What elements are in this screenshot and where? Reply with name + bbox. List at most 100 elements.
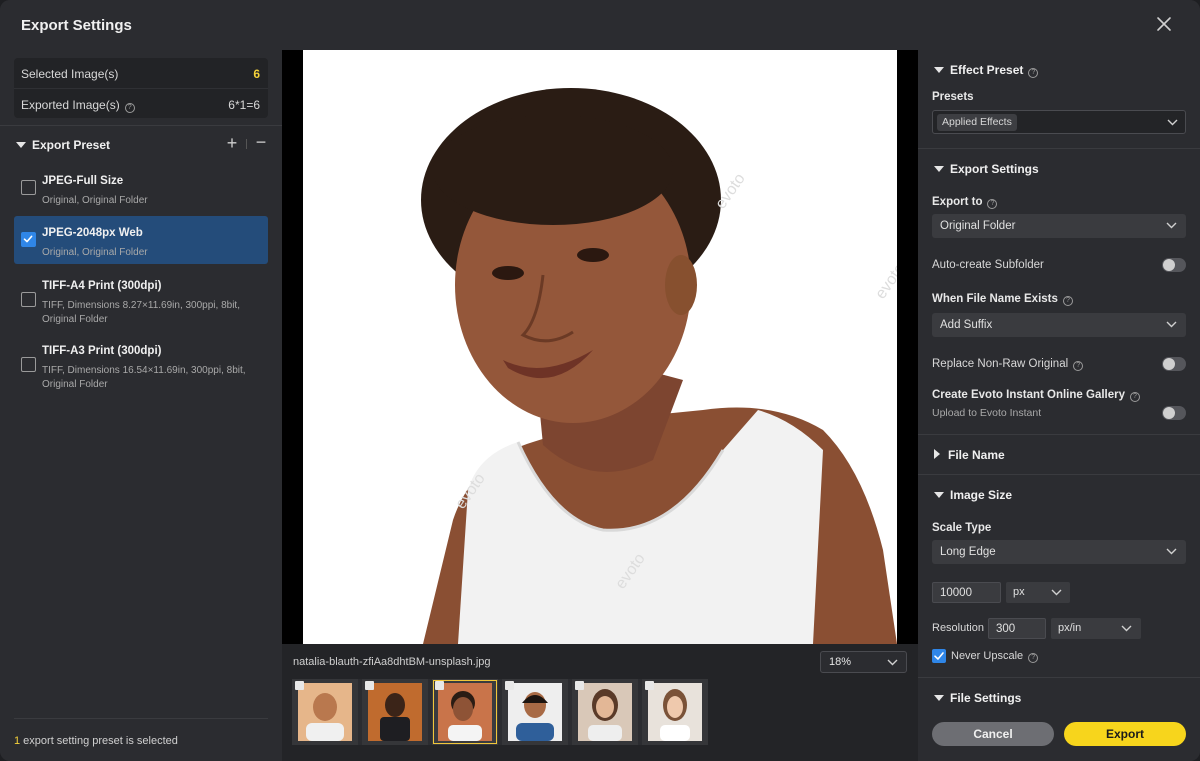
size-input[interactable]: 10000 (932, 582, 1001, 603)
preview-image: evoto evoto evoto evoto (303, 50, 897, 644)
info-icon[interactable]: ? (1073, 361, 1084, 371)
info-icon[interactable]: ? (1130, 392, 1140, 402)
scale-type-dropdown[interactable]: Long Edge (932, 540, 1186, 564)
edit-icon (435, 681, 444, 690)
remove-preset-button[interactable]: − (254, 133, 268, 151)
checkmark-icon (934, 652, 944, 660)
preset-checkbox[interactable] (21, 232, 36, 247)
file-exists-dropdown[interactable]: Add Suffix (932, 313, 1186, 337)
presets-dropdown[interactable]: Applied Effects (932, 110, 1186, 134)
file-exists-label: When File Name Exists? (932, 293, 1073, 306)
never-upscale-label: Never Upscale? (951, 650, 1039, 663)
thumbnail[interactable] (502, 679, 568, 745)
thumbnail[interactable] (362, 679, 428, 745)
preset-checkbox[interactable] (21, 292, 36, 307)
zoom-value: 18% (829, 656, 852, 668)
chevron-down-icon (1166, 548, 1177, 555)
info-icon[interactable]: ? (987, 199, 998, 209)
selected-images-label: Selected Image(s) (21, 67, 119, 81)
cancel-button[interactable]: Cancel (932, 722, 1054, 746)
preset-checkbox[interactable] (21, 180, 36, 195)
left-panel: Selected Image(s) 6 Exported Image(s)? 6… (0, 50, 282, 761)
preset-desc: Original, Original Folder (42, 195, 148, 206)
add-preset-button[interactable]: + (224, 134, 240, 152)
preview-canvas: evoto evoto evoto evoto (282, 50, 918, 644)
thumbnail[interactable] (642, 679, 708, 745)
divider (0, 125, 282, 126)
resolution-unit-select[interactable]: px/in (1051, 618, 1141, 639)
gallery-sublabel: Upload to Evoto Instant (932, 407, 1042, 419)
chevron-down-icon (1121, 625, 1132, 632)
preset-item-jpeg-full[interactable]: JPEG-Full Size Original, Original Folder (14, 167, 268, 207)
resolution-unit-value: px/in (1058, 622, 1082, 634)
info-icon[interactable]: ? (1028, 653, 1039, 663)
export-to-label: Export to? (932, 196, 998, 209)
info-icon[interactable]: ? (1062, 296, 1073, 306)
checkmark-icon (23, 235, 33, 243)
preset-name: TIFF-A3 Print (300dpi) (42, 345, 162, 357)
caret-down-icon (934, 695, 944, 701)
preset-name: JPEG-2048px Web (42, 227, 143, 239)
edit-icon (295, 681, 304, 690)
preset-item-tiff-a4[interactable]: TIFF-A4 Print (300dpi) TIFF, Dimensions … (14, 272, 268, 328)
applied-effects-chip: Applied Effects (937, 114, 1017, 131)
file-exists-value: Add Suffix (940, 319, 993, 331)
caret-right-icon (934, 449, 940, 459)
edit-icon (575, 681, 584, 690)
preset-item-jpeg-2048[interactable]: JPEG-2048px Web Original, Original Folde… (14, 216, 268, 264)
export-preset-header[interactable]: Export Preset (16, 138, 110, 152)
size-unit-value: px (1013, 586, 1025, 598)
divider (14, 718, 268, 719)
right-panel: Effect Preset? Presets Applied Effects E… (918, 50, 1200, 761)
chevron-down-icon (1167, 119, 1178, 126)
presets-label: Presets (932, 91, 974, 103)
thumbnail-selected[interactable] (432, 679, 498, 745)
title-bar: Export Settings (0, 0, 1200, 50)
exported-images-row: Exported Image(s)? 6*1=6 (14, 89, 268, 119)
scale-type-label: Scale Type (932, 522, 992, 534)
chevron-down-icon (1166, 222, 1177, 229)
gallery-toggle[interactable] (1162, 406, 1186, 420)
window-title: Export Settings (21, 17, 132, 34)
divider (918, 434, 1200, 435)
divider (918, 474, 1200, 475)
preview-area: evoto evoto evoto evoto natalia-blauth-z… (282, 50, 918, 761)
zoom-select[interactable]: 18% (820, 651, 907, 673)
portrait-illustration: evoto evoto evoto evoto (303, 50, 897, 644)
info-icon[interactable]: ? (124, 103, 135, 113)
file-settings-header[interactable]: File Settings (934, 691, 1021, 705)
thumbnail-strip (292, 679, 708, 745)
export-button[interactable]: Export (1064, 722, 1186, 746)
preset-desc: Original, Original Folder (42, 247, 148, 258)
export-to-dropdown[interactable]: Original Folder (932, 214, 1186, 238)
info-icon[interactable]: ? (1028, 68, 1039, 78)
preset-desc: TIFF, Dimensions 16.54×11.69in, 300ppi, … (42, 365, 246, 390)
preset-checkbox[interactable] (21, 357, 36, 372)
chevron-down-icon (1051, 589, 1062, 596)
never-upscale-checkbox[interactable] (932, 649, 946, 663)
caret-down-icon (934, 67, 944, 73)
edit-icon (505, 681, 514, 690)
divider (918, 677, 1200, 678)
export-settings-header[interactable]: Export Settings (934, 162, 1039, 176)
thumbnail[interactable] (292, 679, 358, 745)
replace-original-toggle[interactable] (1162, 357, 1186, 371)
preset-name: JPEG-Full Size (42, 175, 124, 187)
image-size-header[interactable]: Image Size (934, 488, 1012, 502)
close-icon[interactable] (1154, 14, 1174, 34)
preset-item-tiff-a3[interactable]: TIFF-A3 Print (300dpi) TIFF, Dimensions … (14, 337, 268, 393)
selected-images-row: Selected Image(s) 6 (14, 58, 268, 88)
caret-down-icon (934, 492, 944, 498)
size-unit-select[interactable]: px (1006, 582, 1070, 603)
resolution-label: Resolution (932, 622, 984, 634)
file-name-header[interactable]: File Name (934, 448, 1005, 462)
selection-status: 1 export setting preset is selected (14, 735, 178, 747)
divider (246, 139, 247, 149)
auto-subfolder-toggle[interactable] (1162, 258, 1186, 272)
exported-images-value: 6*1=6 (228, 98, 260, 112)
edit-icon (365, 681, 374, 690)
export-settings-window: Export Settings Selected Image(s) 6 Expo… (0, 0, 1200, 761)
effect-preset-header[interactable]: Effect Preset? (934, 63, 1039, 78)
thumbnail[interactable] (572, 679, 638, 745)
resolution-input[interactable]: 300 (988, 618, 1046, 639)
